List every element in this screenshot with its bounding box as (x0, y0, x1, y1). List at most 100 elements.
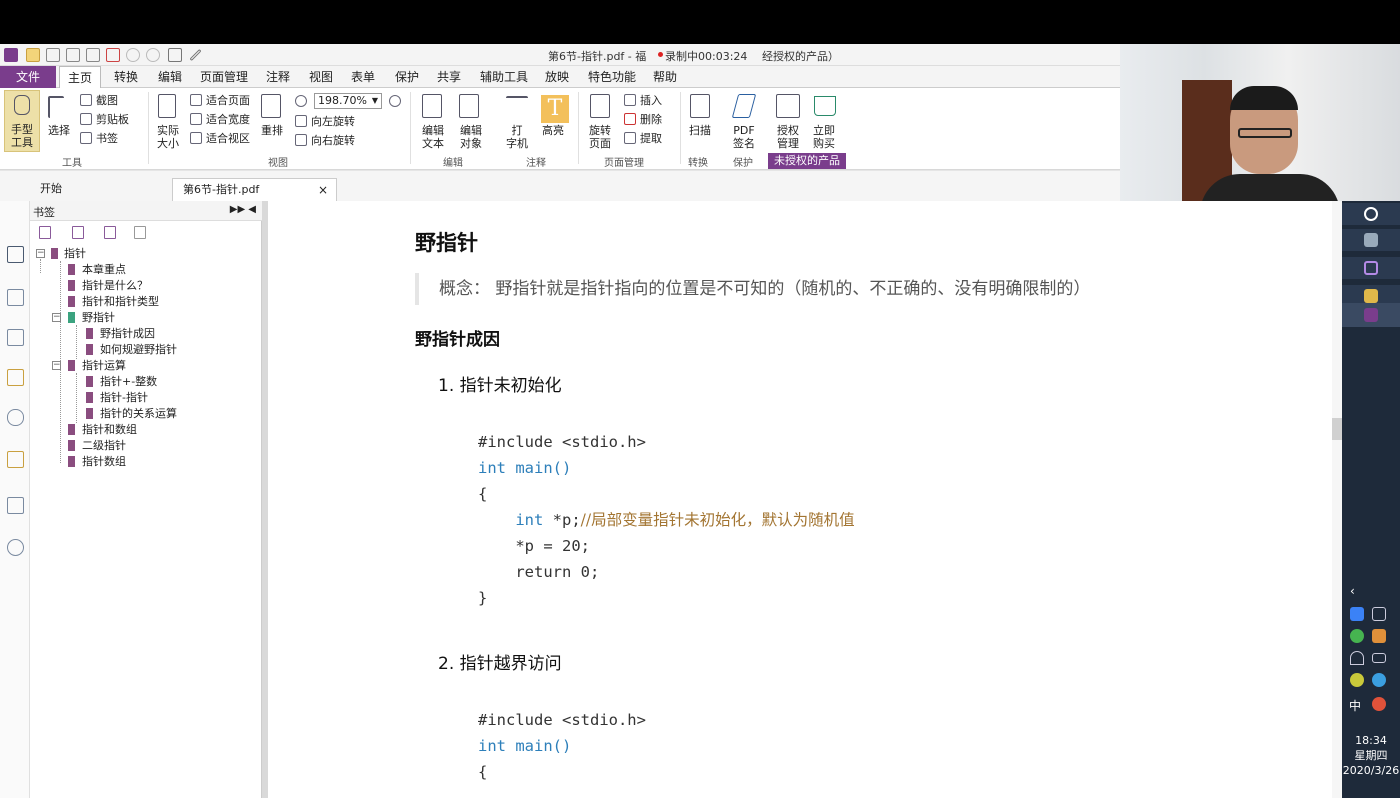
attachment-icon[interactable] (7, 409, 24, 426)
fit-width-button[interactable]: 适合宽度 (206, 113, 250, 126)
comments-icon[interactable] (7, 369, 24, 386)
bookmark-item[interactable]: 指针是什么？ (82, 279, 148, 293)
zoom-select[interactable]: 198.70% ▼ (314, 93, 382, 109)
reflow-button[interactable]: 重排 (261, 124, 283, 137)
hand-quick-icon[interactable] (168, 48, 182, 62)
typewriter-button[interactable]: 打 字机 (502, 124, 532, 150)
menu-slideshow[interactable]: 放映 (545, 66, 569, 88)
actual-size-button[interactable]: 实际 大小 (153, 124, 183, 150)
chrome-icon[interactable] (1364, 207, 1378, 221)
chevron-left-icon[interactable]: ‹ (1350, 585, 1364, 599)
bookmark-item[interactable]: 指针 (64, 247, 86, 261)
fit-page-button[interactable]: 适合页面 (206, 94, 250, 107)
bookmark-item[interactable]: 本章重点 (82, 263, 126, 277)
bookmark-item[interactable]: 指针-指针 (100, 391, 148, 405)
bookmark-delete-icon[interactable] (39, 226, 51, 239)
menu-help[interactable]: 帮助 (653, 66, 677, 88)
menu-form[interactable]: 表单 (351, 66, 375, 88)
rotate-left-button[interactable]: 向左旋转 (311, 115, 355, 128)
wifi-icon[interactable] (1350, 651, 1364, 665)
menu-features[interactable]: 特色功能 (588, 66, 636, 88)
hand-tool-button[interactable]: 手型 工具 (4, 90, 40, 152)
ime-indicator[interactable]: 中 (1349, 697, 1361, 714)
wechat-icon[interactable] (1350, 629, 1364, 643)
zoom-out-icon[interactable] (295, 95, 307, 107)
bookmark-item[interactable]: 指针和数组 (82, 423, 137, 437)
buy-now-button[interactable]: 立即 购买 (808, 124, 840, 150)
new-icon[interactable] (106, 48, 120, 62)
folder-icon[interactable] (1364, 289, 1378, 303)
bookmark-expand-icon[interactable] (134, 226, 146, 239)
pen-icon[interactable] (189, 48, 202, 62)
select-button[interactable]: 选择 (48, 124, 70, 137)
bookmark-item[interactable]: 如何规避野指针 (100, 343, 177, 357)
menu-file[interactable]: 文件 (0, 66, 56, 88)
bookmark-item[interactable]: 指针运算 (82, 359, 126, 373)
tab-pdf-file[interactable]: 第6节-指针.pdf × (172, 178, 337, 202)
highlight-button[interactable]: 高亮 (542, 124, 564, 137)
bookmark-button[interactable]: 书签 (96, 132, 118, 145)
taskbar-clock[interactable]: 18:34 星期四 2020/3/26 (1342, 733, 1400, 778)
scan-button[interactable]: 扫描 (689, 124, 711, 137)
form-fields-icon[interactable] (7, 497, 24, 514)
bookmark-sub-icon[interactable] (104, 226, 116, 239)
menu-convert[interactable]: 转换 (114, 66, 138, 88)
lock-icon[interactable] (7, 451, 24, 468)
collapse-icon[interactable]: − (36, 249, 45, 258)
menu-share[interactable]: 共享 (437, 66, 461, 88)
save-icon[interactable] (46, 48, 60, 62)
collapse-icon[interactable]: − (52, 361, 61, 370)
rotate-right-button[interactable]: 向右旋转 (311, 134, 355, 147)
fit-visible-button[interactable]: 适合视区 (206, 132, 250, 145)
bookmark-item[interactable]: 指针和指针类型 (82, 295, 159, 309)
tray-globe-icon[interactable] (1372, 673, 1386, 687)
tab-start[interactable]: 开始 (30, 178, 170, 202)
collapse-icon[interactable]: − (52, 313, 61, 322)
menu-accessibility[interactable]: 辅助工具 (480, 66, 528, 88)
tool-icon[interactable] (1364, 233, 1378, 247)
scrollbar-thumb[interactable] (1332, 418, 1342, 440)
menu-annotate[interactable]: 注释 (266, 66, 290, 88)
print-icon[interactable] (66, 48, 80, 62)
tray-ball-icon[interactable] (1350, 673, 1364, 687)
undo-icon[interactable] (126, 48, 140, 62)
sogou-icon[interactable] (1372, 697, 1386, 711)
vertical-scrollbar[interactable] (1332, 201, 1342, 798)
tray-app-icon[interactable] (1350, 607, 1364, 621)
menu-home[interactable]: 主页 (59, 66, 102, 88)
layers-icon[interactable] (7, 329, 24, 346)
tray-people-icon[interactable] (1372, 629, 1386, 643)
bookmark-add-icon[interactable] (72, 226, 84, 239)
menu-protect[interactable]: 保护 (395, 66, 419, 88)
delete-button[interactable]: 删除 (640, 113, 662, 126)
extract-button[interactable]: 提取 (640, 132, 662, 145)
menu-page-manage[interactable]: 页面管理 (200, 66, 248, 88)
insert-button[interactable]: 插入 (640, 94, 662, 107)
bookmark-item[interactable]: 野指针成因 (100, 327, 155, 341)
volume-icon[interactable] (1372, 607, 1386, 621)
menu-edit[interactable]: 编辑 (158, 66, 182, 88)
redo-icon[interactable] (146, 48, 160, 62)
pdf-sign-button[interactable]: PDF 签名 (728, 124, 760, 150)
pages-icon[interactable] (7, 246, 24, 263)
license-manage-button[interactable]: 授权 管理 (772, 124, 804, 150)
edit-text-button[interactable]: 编辑 文本 (418, 124, 448, 150)
search-icon[interactable] (7, 539, 24, 556)
menu-view[interactable]: 视图 (309, 66, 333, 88)
clipboard-button[interactable]: 剪贴板 (96, 113, 129, 126)
panel-collapse-controls[interactable]: ▶▶ ◀ (230, 204, 256, 215)
bookmark-item[interactable]: 指针+-整数 (100, 375, 157, 389)
bookmark-item[interactable]: 指针的关系运算 (100, 407, 177, 421)
bookmark-item[interactable]: 指针数组 (82, 455, 126, 469)
open-icon[interactable] (26, 48, 40, 62)
battery-icon[interactable] (1372, 653, 1386, 663)
bookmark-item-selected[interactable]: 野指针 (82, 311, 115, 325)
window-icon[interactable] (86, 48, 100, 62)
snapshot-button[interactable]: 截图 (96, 94, 118, 107)
pdf-reader-icon[interactable] (1364, 308, 1378, 322)
visual-studio-icon[interactable] (1364, 261, 1378, 275)
edit-object-button[interactable]: 编辑 对象 (452, 124, 490, 150)
zoom-in-icon[interactable] (389, 95, 401, 107)
close-icon[interactable]: × (318, 179, 328, 201)
bookmark-item[interactable]: 二级指针 (82, 439, 126, 453)
